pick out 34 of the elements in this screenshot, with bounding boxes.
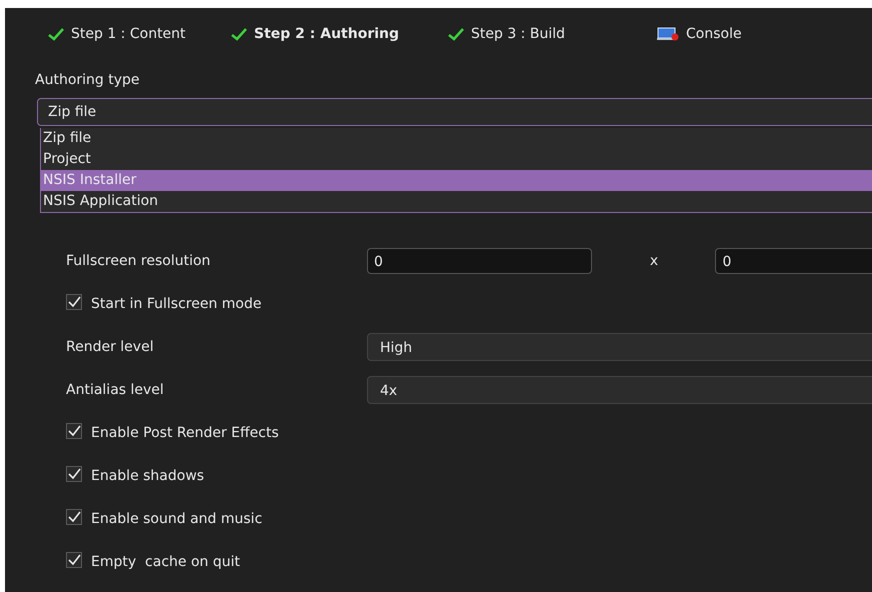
dropdown-option[interactable]: NSIS Application [41, 191, 872, 212]
dropdown-option[interactable]: Zip file [41, 128, 872, 149]
field-label: Fullscreen resolution [66, 252, 212, 268]
checkbox[interactable] [66, 508, 82, 524]
checkbox-label: Enable shadows [91, 468, 204, 484]
check-icon [67, 552, 81, 566]
check-icon [67, 510, 81, 524]
checkbox[interactable] [66, 422, 82, 438]
check-icon [67, 424, 81, 438]
check-icon [67, 294, 81, 308]
check-icon [67, 466, 81, 480]
dropdown-option[interactable]: Project [41, 149, 872, 170]
checkbox[interactable] [66, 294, 82, 310]
checkbox-label: Empty cache on quit [91, 554, 240, 570]
checkbox[interactable] [66, 552, 82, 568]
checkbox-label: Enable sound and music [91, 510, 262, 526]
dropdown[interactable]: High [367, 332, 872, 360]
field-label: Render level [66, 338, 155, 354]
input-field[interactable]: 0 [367, 248, 592, 274]
tab[interactable]: Step 1 : Content [48, 26, 231, 42]
field-label: Antialias level [66, 382, 165, 398]
tab[interactable]: Console [657, 26, 872, 42]
monitor-icon [657, 27, 679, 41]
checkbox-label: Start in Fullscreen mode [91, 296, 262, 312]
checkbox[interactable] [66, 466, 82, 482]
dropdown-option[interactable]: NSIS Installer [41, 170, 872, 191]
tab[interactable]: Step 2 : Authoring [231, 26, 448, 42]
field-label: Authoring type [34, 71, 140, 88]
dropdown[interactable]: Zip file [37, 98, 872, 126]
checkbox-label: Enable Post Render Effects [91, 424, 279, 440]
tab[interactable]: Step 3 : Build [448, 26, 657, 42]
input-field[interactable]: 0 [715, 248, 872, 274]
dropdown[interactable]: 4x [367, 376, 872, 404]
separator-label: x [648, 252, 660, 268]
